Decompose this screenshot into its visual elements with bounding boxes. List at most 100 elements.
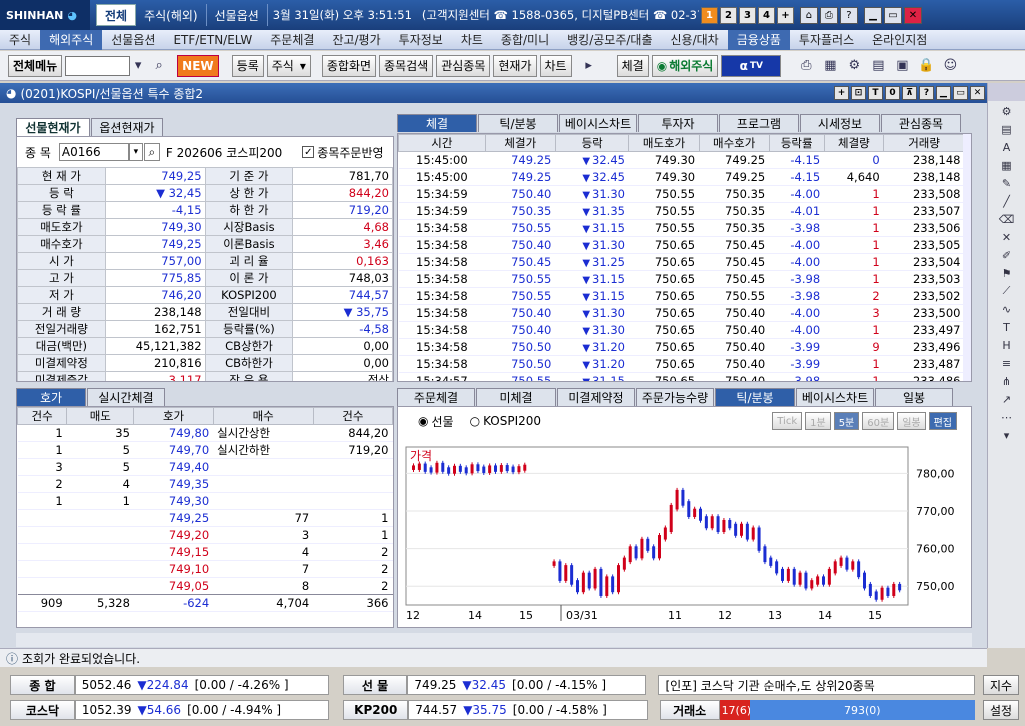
tab-tick-chart[interactable]: 틱/분봉 [715,388,795,406]
tab-basis-chart[interactable]: 베이시스차트 [559,114,637,132]
ask-row[interactable]: 1 35 749,80 실시간상한 844,20 [17,424,393,442]
overview-button[interactable]: 종합화면 [321,54,377,77]
fill-button[interactable]: 체결 [616,54,649,77]
sidebar-pen-icon[interactable]: ✎ [997,175,1017,191]
sidebar-fib-icon[interactable]: ≡ [997,355,1017,371]
chart-button[interactable]: 차트 [539,54,572,77]
link-icon[interactable]: ⊡ [851,86,866,100]
table-row[interactable]: 15:34:58 750.50 ▼ 31.20 750.65 750.40 -3.99 9 23… [398,338,965,356]
order-reflect-checkbox[interactable]: ✓ [302,146,315,158]
table-row[interactable]: 15:34:59 750.40 ▼ 31.30 750.55 750.35 -4.00 1 23… [398,185,965,203]
table-row[interactable]: 15:34:59 750.35 ▼ 31.35 750.55 750.35 -4.01 1 23… [398,202,965,220]
tab-open-interest[interactable]: 미결제약정 [557,388,635,406]
ask-price[interactable]: 749,70 [133,441,214,459]
zero-icon[interactable]: 0 [885,86,900,100]
trades-header[interactable]: 매도호가 [628,134,700,152]
menu-invest-info[interactable]: 투자정보 [390,30,452,50]
ask-price[interactable]: 749,40 [133,458,214,476]
close-icon[interactable]: ✕ [903,6,922,24]
bid-row[interactable]: 749,10 7 2 [17,560,393,578]
table-row[interactable]: 15:34:58 750.40 ▼ 31.30 750.65 750.45 -4.00 1 23… [398,236,965,254]
menu-order[interactable]: 주문체결 [261,30,323,50]
screen-3-button[interactable]: 3 [738,6,756,24]
sidebar-brush-icon[interactable]: ✐ [997,247,1017,263]
stock-search-button[interactable]: 종목검색 [379,54,434,77]
ask-row[interactable]: 3 5 749,40 [17,458,393,476]
ask-row[interactable]: 2 4 749,35 [17,475,393,493]
period-tick-button[interactable]: Tick [772,412,803,430]
tab-program[interactable]: 프로그램 [719,114,799,132]
win-close-icon[interactable]: ✕ [970,86,985,100]
period-1m-button[interactable]: 1분 [805,412,831,430]
type-select[interactable]: 주식 ▾ [266,54,311,77]
home-icon[interactable]: ⌂ [799,6,818,24]
news-ticker[interactable]: [인포] 코스닥 기관 순매수,도 상위20종목 [658,675,976,695]
bid-price[interactable]: 749,10 [133,560,214,578]
trades-header[interactable]: 거래량 [883,134,965,152]
dropdown-icon[interactable]: ▾ [131,56,145,76]
new-button[interactable]: NEW [177,54,219,77]
settings-button[interactable]: 설정 [983,700,1019,720]
kosdaq-value[interactable]: 1052.39 ▼54.66 [0.00 / -4.94% ] [74,700,330,720]
bid-row[interactable]: 749,20 3 1 [17,526,393,544]
menu-financial[interactable]: 금융상품 [727,29,790,50]
trades-header[interactable]: 체결가 [484,134,556,152]
win-maximize-icon[interactable]: ▭ [953,86,968,100]
table-row[interactable]: 15:34:58 750.50 ▼ 31.20 750.65 750.40 -3.99 1 23… [398,355,965,373]
settings-icon[interactable]: ⚙ [844,56,864,76]
bid-row[interactable]: 749,15 4 2 [17,543,393,561]
menu-search-input[interactable] [65,55,131,76]
table-row[interactable]: 15:34:57750.55▼31.15750.65750.40-3.98123… [398,372,965,381]
ask-row[interactable]: 1 1 749,30 [17,492,393,510]
screen-add-button[interactable]: + [776,6,794,24]
current-price-button[interactable]: 현재가 [493,54,537,77]
code-input[interactable]: A0166 [58,143,129,161]
sidebar-scroll-down-icon[interactable]: ▾ [997,427,1017,443]
tab-basis[interactable]: 베이시스차트 [796,388,874,406]
sidebar-t-icon[interactable]: T [997,319,1017,335]
sidebar-more-icon[interactable]: ⋯ [997,409,1017,425]
sidebar-arrow-icon[interactable]: ↗ [997,391,1017,407]
ask-row[interactable]: 1 5 749,70 실시간하한 719,20 [17,441,393,459]
ask-price[interactable]: 749,35 [133,475,214,493]
tab-market-info[interactable]: 시세정보 [800,114,880,132]
more-icon[interactable]: ▸ [579,56,599,76]
sidebar-line-icon[interactable]: ╱ [997,193,1017,209]
tab-order-fill[interactable]: 주문체결 [397,388,475,406]
tab-realtime-fills[interactable]: 실시간체결 [87,388,165,406]
code-dropdown-icon[interactable]: ▾ [128,143,143,161]
tab-unfilled[interactable]: 미체결 [476,388,556,406]
trades-header[interactable]: 시간 [398,134,486,152]
menu-overseas[interactable]: 해외주식 [40,29,103,50]
period-daily-button[interactable]: 일봉 [897,412,926,430]
sidebar-eraser-icon[interactable]: ⌫ [997,211,1017,227]
menu-balance[interactable]: 잔고/평가 [323,30,389,50]
alpha-tv-button[interactable]: α TV [721,54,782,77]
menu-credit[interactable]: 신용/대차 [662,30,728,50]
help-window-icon[interactable]: ? [919,86,934,100]
table-row[interactable]: 15:45:00 749.25 ▼ 32.45 749.30 749.25 -4.15 4,6… [398,168,965,186]
menu-mini[interactable]: 종합/미니 [492,30,558,50]
minimize-icon[interactable]: ▁ [863,6,882,24]
text-icon[interactable]: T [868,86,883,100]
price-chart[interactable]: 가격 780,00 770,00 760,00 750,00 12 14 15 03/31 11 1… [398,435,972,628]
index-button[interactable]: 지수 [983,675,1020,695]
trades-header[interactable]: 매수호가 [698,134,770,152]
bid-row[interactable]: 749,05 8 2 [17,577,393,595]
ask-price[interactable]: 749,30 [133,492,214,510]
bid-price[interactable]: 749,25 [133,509,214,527]
sidebar-pitch-icon[interactable]: ⋔ [997,373,1017,389]
tab-investor[interactable]: 투자자 [638,114,718,132]
lock-icon[interactable]: 🔒 [916,56,936,76]
menu-invest-plus[interactable]: 투자플러스 [790,30,863,50]
watchlist-button[interactable]: 관심종목 [436,54,491,77]
sidebar-wave-icon[interactable]: ∿ [997,301,1017,317]
tab-tick-minute[interactable]: 틱/분봉 [478,114,558,132]
tab-daily[interactable]: 일봉 [875,388,953,406]
bid-price[interactable]: 749,05 [133,577,214,595]
tab-trades[interactable]: 체결 [397,114,477,132]
menu-futures[interactable]: 선물옵션 [102,30,164,50]
sidebar-grid-icon[interactable]: ▦ [997,157,1017,173]
pin-icon[interactable]: ⊼ [902,86,917,100]
trades-scrollbar[interactable] [963,134,971,381]
